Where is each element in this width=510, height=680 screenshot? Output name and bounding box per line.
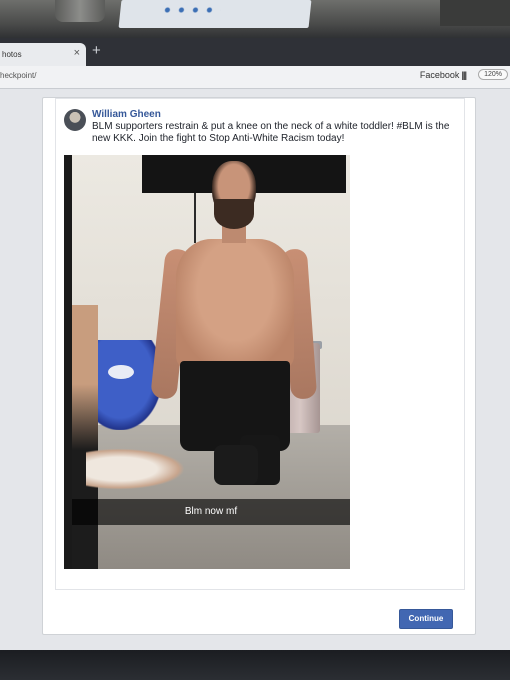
photo-child <box>86 445 196 493</box>
desk-card <box>118 0 312 28</box>
close-icon[interactable]: × <box>74 47 80 59</box>
bookmark-facebook[interactable]: Facebook ||| <box>419 70 467 80</box>
browser-tab[interactable]: hotos × <box>0 43 86 66</box>
monitor-bezel <box>0 650 510 680</box>
photo-torso <box>176 239 294 369</box>
post-preview: William Gheen BLM supporters restrain & … <box>55 98 465 590</box>
photo-caption: Blm now mf <box>184 506 238 517</box>
photo-chair-face <box>108 365 134 379</box>
zoom-indicator[interactable]: 120% <box>478 69 508 80</box>
photo-cable <box>194 193 196 243</box>
post-card: William Gheen BLM supporters restrain & … <box>42 97 476 635</box>
bookmark-label: Facebook <box>419 70 460 80</box>
tab-title: hotos <box>2 50 22 59</box>
desk-object <box>55 0 105 22</box>
monitor-screen: hotos × + heckpoint/ Facebook ||| 120% Wi… <box>0 38 510 650</box>
bars-icon: ||| <box>461 70 466 80</box>
post-text: BLM supporters restrain & put a knee on … <box>92 121 450 144</box>
new-tab-button[interactable]: + <box>92 42 101 60</box>
post-author[interactable]: William Gheen <box>92 109 161 120</box>
desk-background <box>0 0 510 40</box>
desk-object-right <box>440 0 510 26</box>
photo-beard <box>214 199 254 229</box>
facebook-page: William Gheen BLM supporters restrain & … <box>0 89 510 650</box>
photo-knee <box>214 445 258 485</box>
browser-tab-strip: hotos × + <box>0 38 510 66</box>
photo-side-person <box>72 305 98 569</box>
post-photo[interactable]: Blm now mf <box>64 155 350 569</box>
photo-caption-bar: Blm now mf <box>72 499 350 525</box>
avatar[interactable] <box>64 109 86 131</box>
url-field[interactable]: heckpoint/ <box>0 71 36 80</box>
address-bar: heckpoint/ Facebook ||| 120% <box>0 66 510 89</box>
continue-button[interactable]: Continue <box>399 609 453 629</box>
